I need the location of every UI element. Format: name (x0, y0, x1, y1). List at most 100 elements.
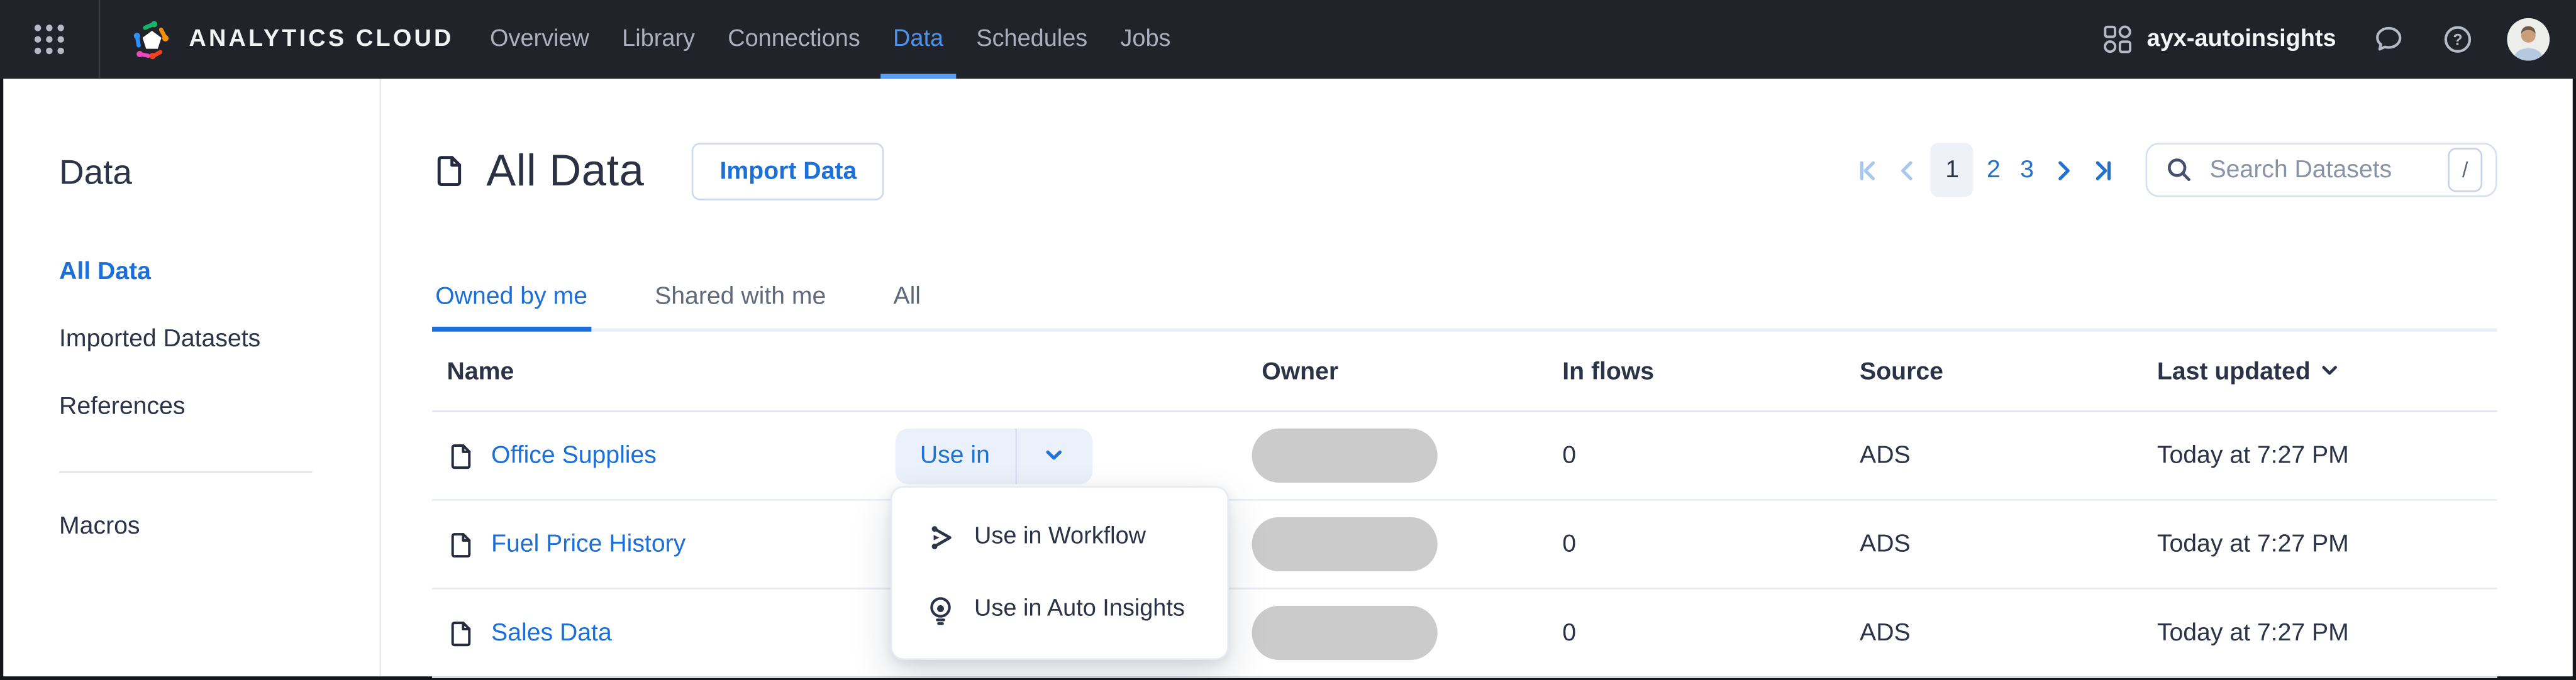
auto-insights-icon (930, 596, 951, 625)
last-updated-cell: Today at 7:27 PM (2157, 530, 2349, 559)
app-grid-button[interactable] (0, 0, 99, 79)
pagination-page-2[interactable]: 2 (1977, 156, 2010, 184)
chat-icon (2376, 26, 2402, 51)
search-input[interactable] (2206, 154, 2448, 186)
nav-library[interactable]: Library (606, 0, 711, 79)
svg-text:?: ? (2453, 32, 2462, 49)
owner-placeholder (1252, 517, 1438, 572)
owner-cell (1248, 517, 1549, 572)
analytics-cloud-app: ANALYTICS CLOUD Overview Library Connect… (0, 0, 2576, 680)
pagination-page-1[interactable]: 1 (1931, 143, 1974, 197)
menu-item-use-in-workflow[interactable]: Use in Workflow (892, 501, 1227, 573)
column-header-last-updated[interactable]: Last updated (2144, 357, 2497, 385)
column-header-owner[interactable]: Owner (1248, 357, 1549, 385)
column-header-source[interactable]: Source (1846, 357, 2144, 385)
sort-descending-icon (2323, 366, 2338, 375)
search-shortcut-key: / (2448, 148, 2483, 192)
page-body: Data All Data Imported Datasets Referenc… (0, 79, 2576, 680)
owner-placeholder (1252, 428, 1438, 483)
search-box: / (2145, 143, 2497, 197)
workflow-icon (931, 525, 952, 549)
top-nav-bar: ANALYTICS CLOUD Overview Library Connect… (0, 0, 2576, 79)
dataset-link-fuel-price-history[interactable]: Fuel Price History (491, 530, 686, 558)
file-icon (451, 532, 471, 557)
menu-item-use-in-auto-insights[interactable]: Use in Auto Insights (892, 573, 1227, 645)
import-data-button[interactable]: Import Data (692, 141, 885, 200)
brand-name: ANALYTICS CLOUD (189, 26, 454, 53)
search-icon (2168, 158, 2190, 182)
dataset-link-sales-data[interactable]: Sales Data (491, 619, 612, 647)
owner-placeholder (1252, 605, 1438, 661)
main-content: All Data Import Data 1 2 3 Search Datase… (381, 79, 2576, 679)
table-row: Fuel Price History 0 ADS Today at 7:27 P… (432, 501, 2497, 590)
sidebar-divider (59, 471, 313, 473)
nav-schedules[interactable]: Schedules (960, 0, 1104, 79)
column-header-name[interactable]: Name (432, 357, 1248, 385)
last-updated-cell: Today at 7:27 PM (2157, 618, 2349, 647)
pagination-page-3[interactable]: 3 (2010, 156, 2043, 184)
tab-bar: Owned by me Shared with me All (432, 282, 2497, 332)
table-header-row: Name Owner In flows Source Last updated (432, 332, 2497, 412)
column-header-in-flows[interactable]: In flows (1549, 357, 1846, 385)
source-cell: ADS (1860, 441, 1911, 470)
chevron-left-icon (1901, 160, 1913, 180)
workspace-switcher[interactable]: ayx-autoinsights (2102, 25, 2336, 54)
help-icon: ? (2444, 26, 2472, 53)
sidebar-item-references[interactable]: References (59, 392, 379, 420)
file-icon (451, 620, 471, 645)
nav-overview[interactable]: Overview (474, 0, 606, 79)
menu-item-label: Use in Auto Insights (974, 596, 1185, 623)
last-updated-cell: Today at 7:27 PM (2157, 441, 2349, 470)
page-title: All Data (486, 145, 645, 195)
sidebar-item-imported-datasets[interactable]: Imported Datasets (59, 325, 379, 353)
first-page-icon (1860, 160, 1875, 180)
tab-owned-by-me[interactable]: Owned by me (432, 282, 591, 332)
source-cell: ADS (1860, 530, 1911, 559)
name-cell: Office Supplies (432, 441, 1248, 470)
topbar-divider (98, 0, 101, 79)
use-in-menu: Use in Workflow Use in Auto Insights (890, 486, 1229, 661)
document-icon (437, 156, 462, 186)
sidebar-item-all-data[interactable]: All Data (59, 258, 379, 285)
table-row: Sales Data 0 ADS Today at 7:27 PM (432, 590, 2497, 678)
first-page-button[interactable] (1849, 148, 1889, 191)
feedback-button[interactable] (2372, 23, 2405, 56)
sidebar-item-macros[interactable]: Macros (59, 512, 379, 540)
in-flows-cell: 0 (1562, 530, 1577, 559)
toolbar-controls: 1 2 3 Search Datasets / (1849, 141, 2497, 199)
owner-cell (1248, 605, 1549, 661)
previous-page-button[interactable] (1888, 148, 1928, 191)
in-flows-cell: 0 (1562, 441, 1577, 470)
alteryx-logo-icon (133, 20, 169, 58)
sidebar: Data All Data Imported Datasets Referenc… (0, 79, 382, 680)
brand[interactable]: ANALYTICS CLOUD (130, 17, 453, 62)
workspace-icon (2103, 25, 2131, 53)
workspace-name: ayx-autoinsights (2146, 26, 2336, 53)
next-page-button[interactable] (2044, 148, 2084, 191)
last-page-icon (2096, 160, 2111, 180)
topbar-right: ayx-autoinsights ? (2102, 18, 2576, 61)
dataset-link-office-supplies[interactable]: Office Supplies (491, 442, 657, 469)
last-page-button[interactable] (2083, 148, 2123, 191)
avatar[interactable] (2507, 18, 2550, 61)
use-in-button[interactable]: Use in (896, 427, 1014, 483)
tab-all[interactable]: All (890, 282, 924, 328)
chevron-down-icon (1046, 450, 1062, 460)
source-cell: ADS (1860, 618, 1911, 647)
use-in-dropdown-toggle[interactable] (1014, 427, 1092, 484)
help-button[interactable]: ? (2441, 23, 2474, 56)
nav-data[interactable]: Data (877, 0, 960, 79)
nav-connections[interactable]: Connections (711, 0, 877, 79)
owner-cell (1248, 428, 1549, 483)
chevron-right-icon (2058, 160, 2070, 180)
nav-jobs[interactable]: Jobs (1104, 0, 1187, 79)
avatar-photo (2507, 18, 2550, 61)
sidebar-title: Data (59, 154, 132, 192)
primary-nav: Overview Library Connections Data Schedu… (474, 0, 1187, 79)
app-grid-icon (34, 25, 64, 55)
use-in-split-button: Use in (895, 427, 1092, 484)
table-row: Office Supplies 0 ADS Today at 7:27 PM U… (432, 412, 2497, 501)
in-flows-cell: 0 (1562, 618, 1577, 647)
tab-shared-with-me[interactable]: Shared with me (652, 282, 830, 328)
datasets-table: Name Owner In flows Source Last updated (432, 332, 2497, 678)
